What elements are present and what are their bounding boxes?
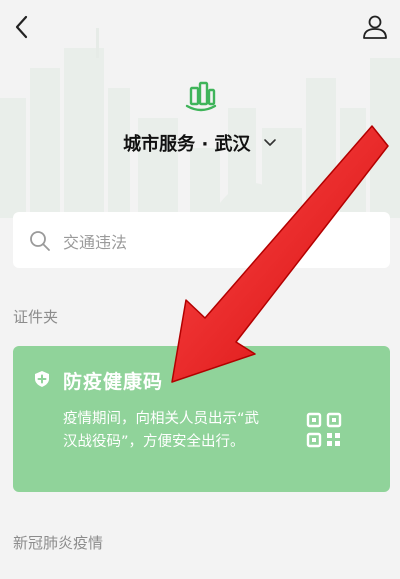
search-placeholder: 交通违法 (63, 233, 128, 252)
chevron-left-icon (15, 15, 28, 39)
health-card-title: 防疫健康码 (63, 371, 164, 393)
section-title-epidemic: 新冠肺炎疫情 (13, 534, 104, 552)
search-input[interactable]: 交通违法 (13, 212, 390, 268)
back-button[interactable] (8, 12, 38, 42)
person-icon (363, 15, 387, 39)
health-code-card[interactable]: 防疫健康码 疫情期间，向相关人员出示“武汉战役码”，方便安全出行。 (13, 346, 390, 492)
city-skyline-illustration (0, 28, 400, 218)
chevron-down-icon (264, 139, 276, 146)
city-buildings-icon (185, 81, 217, 112)
city-title: 城市服务 · 武汉 (123, 134, 251, 155)
plus-shield-icon (35, 371, 49, 387)
qr-code-icon (306, 412, 342, 448)
health-card-description: 疫情期间，向相关人员出示“武汉战役码”，方便安全出行。 (63, 411, 260, 450)
top-bar (0, 0, 400, 56)
search-icon (30, 231, 50, 251)
city-selector[interactable]: 城市服务 · 武汉 (0, 130, 400, 156)
section-title-wallet: 证件夹 (13, 308, 59, 326)
city-services-page: 城市服务 · 武汉 交通违法 证件夹 防疫健康码 疫情期间，向相关人员出示“武汉… (0, 0, 400, 579)
profile-button[interactable] (360, 12, 390, 42)
